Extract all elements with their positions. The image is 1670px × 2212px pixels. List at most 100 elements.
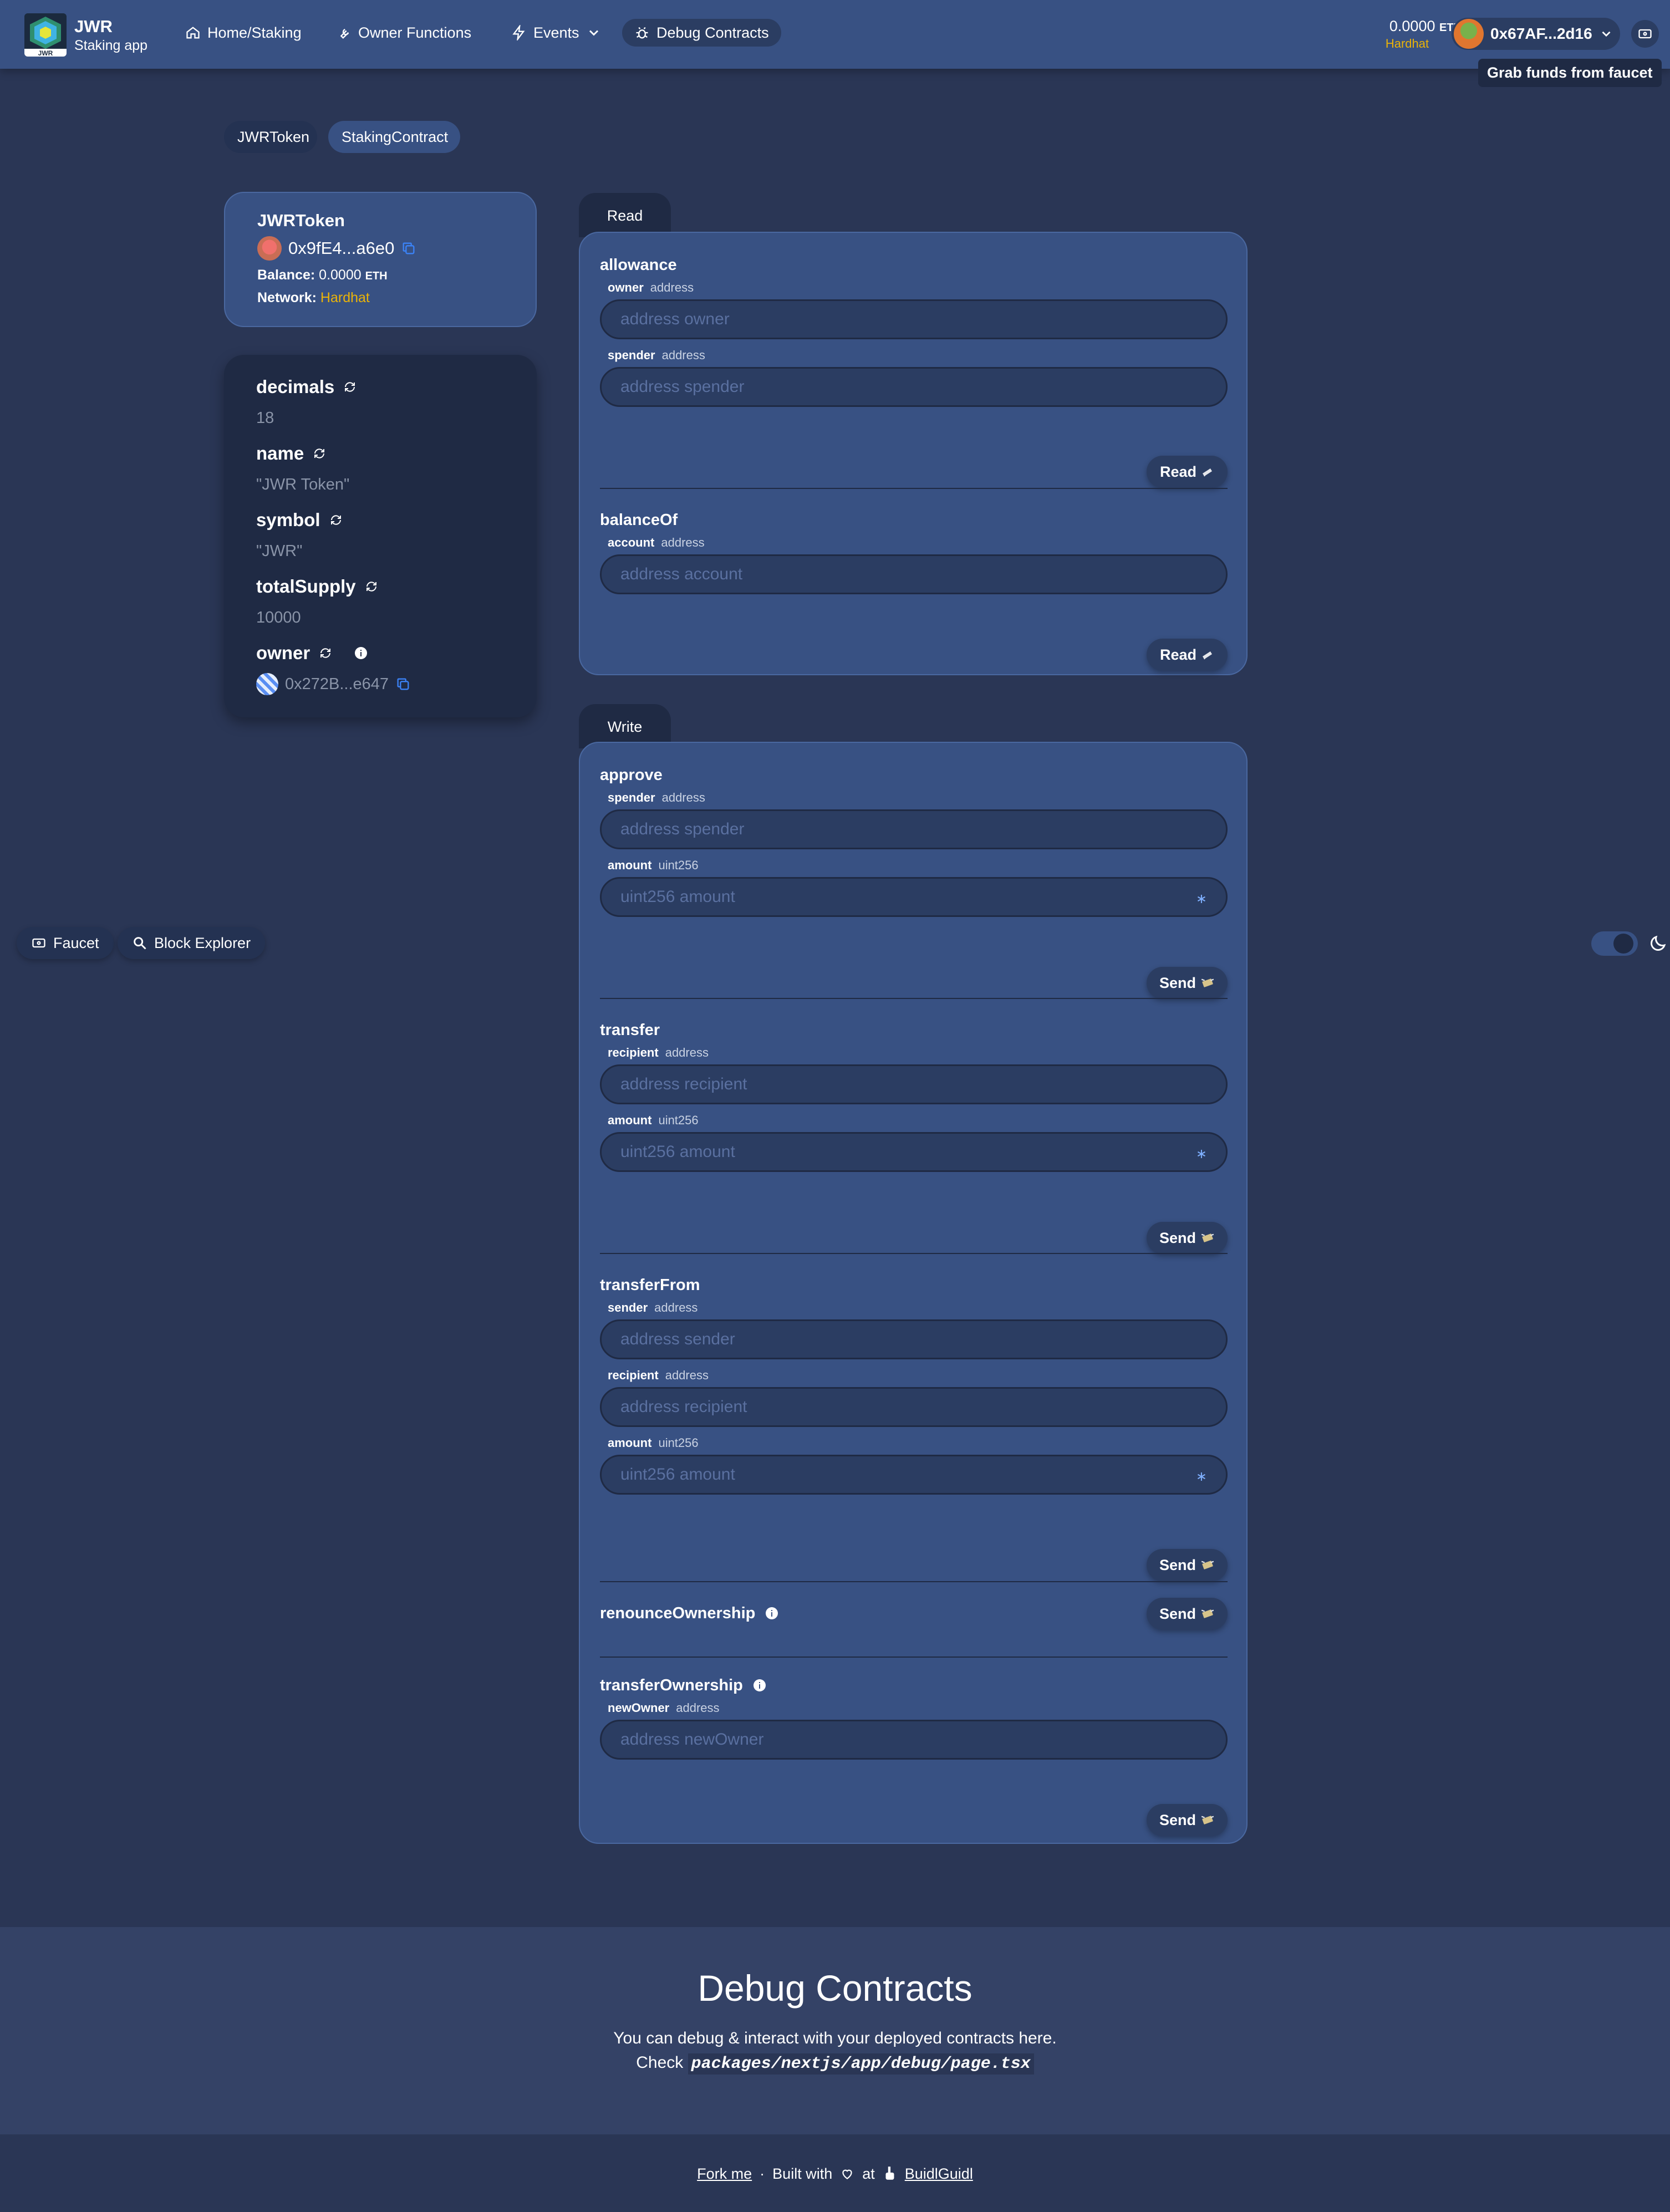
contract-name: JWRToken — [257, 211, 345, 230]
send-button[interactable]: Send — [1147, 1549, 1228, 1581]
arg-type: uint256 — [658, 1113, 699, 1127]
nav-debug-contracts-label: Debug Contracts — [656, 24, 769, 41]
function-name: transferOwnership — [600, 1676, 743, 1694]
var-symbol: symbol — [256, 507, 505, 533]
send-button[interactable]: Send — [1147, 1804, 1228, 1836]
spender-address-input[interactable]: address spender — [600, 367, 1228, 407]
arg-label: sender address — [608, 1299, 1228, 1316]
var-totalsupply: totalSupply — [256, 573, 505, 600]
amount-uint256-input[interactable]: uint256 amount ∗ — [600, 1455, 1228, 1495]
send-button[interactable]: Send — [1147, 1598, 1228, 1630]
sender-address-input[interactable]: address sender — [600, 1319, 1228, 1359]
block-explorer-button[interactable]: Block Explorer — [118, 927, 266, 959]
avatar — [1454, 19, 1484, 49]
contract-tab-label: StakingContract — [342, 128, 449, 145]
read-button[interactable]: Read — [1147, 639, 1228, 671]
arg-name: owner — [608, 281, 644, 294]
send-button[interactable]: Send — [1147, 1222, 1228, 1254]
info-icon[interactable] — [753, 1679, 766, 1692]
var-value: "JWR Token" — [256, 475, 350, 493]
nav-owner-functions[interactable]: Owner Functions — [324, 19, 483, 47]
contract-tab-jwrtoken[interactable]: JWRToken — [224, 121, 317, 153]
info-icon[interactable] — [765, 1607, 778, 1620]
owner-address-input[interactable]: address owner — [600, 299, 1228, 339]
var-name: symbol — [256, 509, 320, 530]
amount-uint256-input[interactable]: uint256 amount ∗ — [600, 877, 1228, 917]
function-divider — [600, 998, 1228, 999]
contract-address-text: 0x9fE4...a6e0 — [288, 238, 395, 258]
recipient-address-input[interactable]: address recipient — [600, 1387, 1228, 1427]
nav-events-dropdown[interactable]: Events — [499, 19, 614, 47]
faucet-grab-funds-button[interactable] — [1631, 20, 1659, 48]
spender-address-input[interactable]: address spender — [600, 809, 1228, 849]
newowner-address-input[interactable]: address newOwner — [600, 1720, 1228, 1760]
refresh-icon[interactable] — [319, 646, 332, 660]
refresh-icon[interactable] — [343, 380, 357, 394]
hero-check-prefix: Check — [636, 2053, 684, 2072]
chevron-down-icon — [589, 30, 598, 36]
buidlguidl-link[interactable]: BuidlGuidl — [905, 2165, 973, 2183]
network-name: Hardhat — [1385, 37, 1429, 50]
owner-address: 0x272B...e647 — [285, 675, 389, 693]
function-name: transferFrom — [600, 1276, 700, 1294]
money-with-wings-icon — [1201, 1816, 1214, 1824]
var-name-field: name — [256, 440, 505, 467]
contract-tab-stakingcontract[interactable]: StakingContract — [328, 121, 460, 153]
toggle-knob — [1613, 934, 1633, 954]
money-with-wings-icon — [1201, 978, 1214, 987]
read-functions-panel: allowance owner address address owner spe… — [579, 232, 1248, 675]
copy-icon[interactable] — [395, 676, 411, 692]
fork-me-link[interactable]: Fork me — [697, 2165, 752, 2183]
faucet-button-label: Faucet — [53, 934, 99, 951]
faucet-button[interactable]: Faucet — [17, 927, 114, 959]
arg-type: address — [661, 348, 705, 362]
var-value: 0x272B...e647 — [256, 673, 505, 695]
account-dropdown-button[interactable]: 0x67AF...2d16 — [1452, 18, 1620, 50]
function-name: balanceOf — [600, 511, 678, 529]
refresh-icon[interactable] — [329, 513, 343, 527]
arg-name: amount — [608, 1436, 652, 1450]
write-fn-approve: approve spender address address spender a… — [600, 764, 1228, 999]
wrench-icon — [340, 29, 349, 39]
account-address-input[interactable]: address account — [600, 554, 1228, 594]
function-divider — [600, 1657, 1228, 1658]
refresh-icon[interactable] — [313, 447, 326, 460]
built-with-text: Built with — [772, 2165, 833, 2182]
multiply-wei-button[interactable]: ∗ — [1196, 891, 1207, 907]
arg-label: amount uint256 — [608, 1112, 1228, 1129]
var-name: owner — [256, 643, 310, 663]
multiply-wei-button[interactable]: ∗ — [1196, 1146, 1207, 1162]
send-button[interactable]: Send — [1147, 967, 1228, 999]
read-fn-allowance: allowance owner address address owner spe… — [600, 254, 1228, 488]
input-placeholder: uint256 amount — [620, 888, 735, 906]
arg-name: recipient — [608, 1046, 659, 1059]
nav-home-staking[interactable]: Home/Staking — [173, 19, 314, 47]
hero-description: You can debug & interact with your deplo… — [613, 2029, 1057, 2047]
eth-balance: 0.0000 ETH — [1331, 18, 1462, 35]
contract-variables-card: decimals 18 name "JWR Token" symbol "JWR… — [224, 355, 537, 717]
refresh-icon[interactable] — [365, 580, 378, 593]
footer-separator: · — [760, 2165, 765, 2182]
info-icon[interactable] — [354, 646, 368, 660]
read-button-label: Read — [1159, 463, 1197, 480]
heart-icon — [842, 2169, 852, 2179]
app-logo[interactable]: JWR — [24, 13, 67, 57]
nav-debug-contracts[interactable]: Debug Contracts — [622, 19, 781, 47]
copy-icon[interactable] — [401, 241, 416, 256]
recipient-address-input[interactable]: address recipient — [600, 1064, 1228, 1104]
theme-toggle[interactable] — [1591, 931, 1638, 956]
read-button[interactable]: Read — [1147, 456, 1228, 488]
nav-owner-functions-label: Owner Functions — [358, 24, 472, 41]
balance-label: Balance: — [257, 267, 315, 283]
arg-type: address — [676, 1701, 720, 1715]
amount-uint256-input[interactable]: uint256 amount ∗ — [600, 1132, 1228, 1172]
send-button-label: Send — [1159, 1811, 1196, 1828]
money-with-wings-icon — [1201, 1561, 1214, 1569]
arg-label: amount uint256 — [608, 857, 1228, 874]
block-explorer-label: Block Explorer — [154, 934, 251, 951]
var-name: decimals — [256, 376, 335, 397]
multiply-wei-button[interactable]: ∗ — [1196, 1469, 1207, 1485]
read-fn-balanceof: balanceOf account address address account… — [600, 509, 1228, 671]
hero-check-line: Check packages/nextjs/app/debug/page.tsx — [0, 2053, 1670, 2075]
brand-title: JWR — [74, 17, 113, 36]
